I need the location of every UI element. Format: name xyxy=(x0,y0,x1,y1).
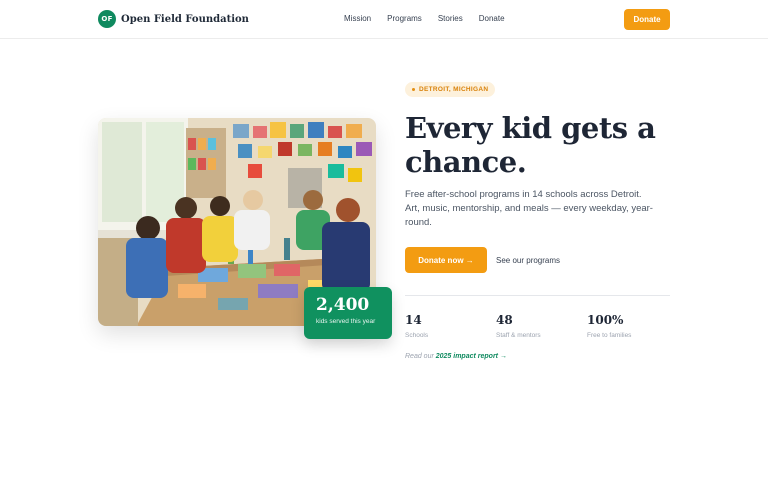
location-pill: DETROIT, MICHIGAN xyxy=(405,82,496,97)
donate-now-button[interactable]: Donate now → xyxy=(405,247,487,273)
see-programs-link[interactable]: See our programs xyxy=(496,256,560,265)
stat-value: 14 xyxy=(405,313,422,327)
stat-label: Staff & mentors xyxy=(496,332,541,339)
pin-dot-icon xyxy=(412,88,415,91)
header-donate-button[interactable]: Donate xyxy=(624,9,670,30)
nav-link-stories[interactable]: Stories xyxy=(438,14,463,23)
impact-report-line: Read our 2025 impact report → xyxy=(405,353,507,360)
stat-value: 48 xyxy=(496,313,513,327)
nav-link-programs[interactable]: Programs xyxy=(387,14,422,23)
kids-served-badge: 2,400 kids served this year xyxy=(304,287,392,339)
main-nav: Mission Programs Stories Donate xyxy=(344,14,505,23)
location-label: DETROIT, MICHIGAN xyxy=(419,86,489,93)
report-prefix: Read our xyxy=(405,353,434,360)
site-header: OF Open Field Foundation Mission Program… xyxy=(0,0,768,39)
stats-divider xyxy=(405,295,670,296)
hero-lede: Free after-school programs in 14 schools… xyxy=(405,189,653,228)
stat-staff: 48 Staff & mentors xyxy=(496,313,541,339)
hero-headline: Every kid gets a chance. xyxy=(405,111,656,179)
kids-served-value: 2,400 xyxy=(316,295,370,315)
impact-report-link[interactable]: 2025 impact report → xyxy=(436,353,507,360)
nav-link-donate[interactable]: Donate xyxy=(479,14,505,23)
brand-name: Open Field Foundation xyxy=(121,13,249,25)
stat-value: 100% xyxy=(587,313,624,327)
kids-served-caption: kids served this year xyxy=(316,318,376,325)
nav-link-mission[interactable]: Mission xyxy=(344,14,371,23)
logo-badge: OF xyxy=(98,10,116,28)
stat-label: Schools xyxy=(405,332,429,339)
stat-label: Free to families xyxy=(587,332,632,339)
stat-free: 100% Free to families xyxy=(587,313,631,339)
stat-schools: 14 Schools xyxy=(405,313,428,339)
brand[interactable]: OF Open Field Foundation xyxy=(98,10,249,28)
